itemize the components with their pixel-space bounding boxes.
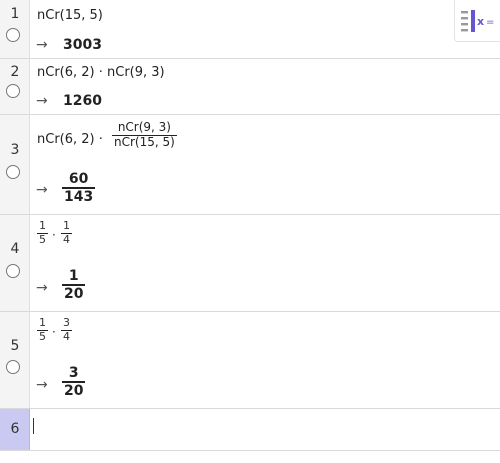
fraction-denominator: 4 <box>63 329 70 343</box>
multiply-dot: · <box>52 325 56 339</box>
multiply-dot: · <box>52 228 56 242</box>
fraction-denominator: nCr(15, 5) <box>114 134 175 149</box>
visibility-toggle[interactable] <box>6 84 20 98</box>
fraction-numerator: 3 <box>63 316 70 329</box>
svg-text:=: = <box>486 17 494 28</box>
algebra-keyboard-icon: x = <box>461 10 494 32</box>
cas-view: 1 nCr(15, 5) → 3003 2 nCr(6, 2) · nCr(9,… <box>0 0 500 463</box>
cas-input[interactable]: nCr(15, 5) <box>37 8 103 23</box>
visibility-toggle[interactable] <box>6 28 20 42</box>
fraction-denominator: 20 <box>64 285 84 302</box>
fraction-numerator: 60 <box>68 171 89 187</box>
algebra-keyboard-button[interactable]: x = <box>454 0 500 42</box>
row-number: 6 <box>10 421 20 437</box>
visibility-toggle[interactable] <box>6 264 20 278</box>
cas-input[interactable]: nCr(6, 2) · nCr(9, 3) <box>37 65 165 80</box>
svg-text:x: x <box>477 15 484 28</box>
fraction-denominator: 5 <box>39 329 46 343</box>
fraction-numerator: 1 <box>39 219 46 232</box>
fraction-numerator: 1 <box>68 268 79 284</box>
arrow-icon: → <box>36 182 48 198</box>
row-number: 1 <box>10 6 20 22</box>
input-fraction[interactable]: 1 4 <box>61 219 72 246</box>
visibility-toggle[interactable] <box>6 360 20 374</box>
cas-input-prefix[interactable]: nCr(6, 2) · <box>37 132 103 147</box>
cas-output: 1260 <box>63 93 102 109</box>
row-number: 2 <box>10 64 20 80</box>
arrow-icon: → <box>36 37 48 53</box>
input-fraction[interactable]: 1 5 <box>37 316 48 343</box>
fraction-numerator: 1 <box>63 219 70 232</box>
row-gutter[interactable] <box>0 215 30 311</box>
fraction-numerator: nCr(9, 3) <box>117 120 171 134</box>
input-fraction[interactable]: nCr(9, 3) nCr(15, 5) <box>112 120 177 150</box>
cas-row[interactable]: 3 nCr(6, 2) · nCr(9, 3) nCr(15, 5) → 60 … <box>0 115 500 215</box>
fraction-denominator: 20 <box>64 382 84 399</box>
cas-output-fraction: 1 20 <box>62 268 86 302</box>
fraction-numerator: 3 <box>68 365 79 381</box>
cas-output: 3003 <box>63 37 102 53</box>
fraction-denominator: 4 <box>63 232 70 246</box>
cas-row-active[interactable]: 6 <box>0 409 500 451</box>
cas-row[interactable]: 2 nCr(6, 2) · nCr(9, 3) → 1260 <box>0 59 500 115</box>
row-number: 4 <box>10 241 20 257</box>
cas-row[interactable]: 4 1 5 · 1 4 → 1 20 <box>0 215 500 312</box>
fraction-denominator: 143 <box>64 188 94 205</box>
fraction-numerator: 1 <box>39 316 46 329</box>
fraction-denominator: 5 <box>39 232 46 246</box>
row-number: 5 <box>10 338 20 354</box>
text-caret <box>33 418 34 434</box>
cas-row[interactable]: 1 nCr(15, 5) → 3003 <box>0 0 500 59</box>
cas-output-fraction: 60 143 <box>62 171 96 205</box>
cas-row[interactable]: 5 1 5 · 3 4 → 3 20 <box>0 312 500 409</box>
cas-input[interactable] <box>37 421 477 439</box>
row-number: 3 <box>10 142 20 158</box>
input-fraction[interactable]: 1 5 <box>37 219 48 246</box>
visibility-toggle[interactable] <box>6 165 20 179</box>
input-fraction[interactable]: 3 4 <box>61 316 72 343</box>
arrow-icon: → <box>36 280 48 296</box>
arrow-icon: → <box>36 93 48 109</box>
arrow-icon: → <box>36 377 48 393</box>
cas-output-fraction: 3 20 <box>62 365 86 399</box>
